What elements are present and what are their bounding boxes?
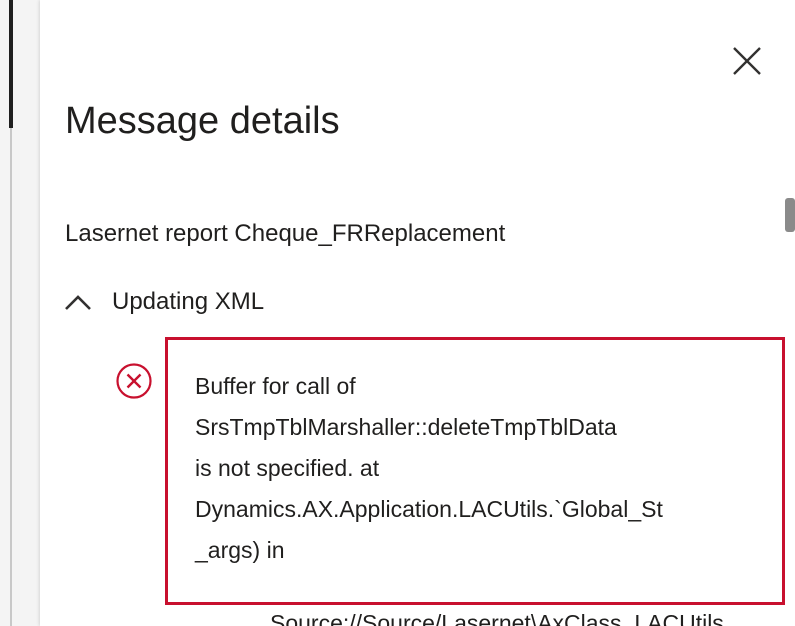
error-message-line: Buffer for call of <box>195 373 356 399</box>
error-circle-icon <box>116 363 152 399</box>
section-label: Updating XML <box>112 288 265 315</box>
chevron-up-icon <box>65 295 91 310</box>
error-message-line: Dynamics.AX.Application.LACUtils.`Global… <box>195 496 663 522</box>
error-message-line: SrsTmpTblMarshaller::deleteTmpTblData <box>195 414 617 440</box>
left-edge-light-line <box>10 128 12 626</box>
error-message-box: Buffer for call of SrsTmpTblMarshaller::… <box>165 337 785 605</box>
background-left-strip <box>0 0 40 626</box>
page-title: Message details <box>65 100 340 142</box>
error-message-text: Buffer for call of SrsTmpTblMarshaller::… <box>195 366 663 571</box>
message-details-panel: Message details Lasernet report Cheque_F… <box>40 0 795 626</box>
report-name: Lasernet report Cheque_FRReplacement <box>65 220 506 247</box>
left-edge-dark-line <box>9 0 13 128</box>
error-message-line: _args) in <box>195 537 285 563</box>
section-toggle-updating-xml[interactable]: Updating XML <box>64 284 264 320</box>
close-icon <box>733 47 761 75</box>
error-message-line-cut-off: Source://Source/Lasernet\AxClass_LACUtil… <box>270 610 724 626</box>
close-button[interactable] <box>728 42 766 80</box>
error-message-line: is not specified. at <box>195 455 380 481</box>
scrollbar-thumb[interactable] <box>785 198 795 232</box>
